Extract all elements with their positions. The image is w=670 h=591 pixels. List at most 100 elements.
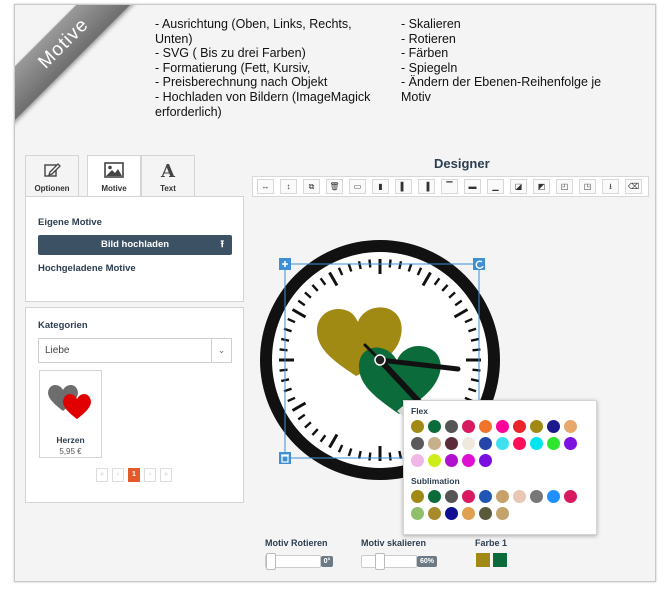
scale-label: Motiv skalieren <box>361 538 427 548</box>
color-dot[interactable] <box>462 507 475 520</box>
color-dot[interactable] <box>428 437 441 450</box>
rotate-slider[interactable] <box>265 553 321 570</box>
tab-motive[interactable]: Motive <box>87 155 141 197</box>
color-dot[interactable] <box>530 420 543 433</box>
color-dot[interactable] <box>462 420 475 433</box>
clock-tick <box>470 337 480 342</box>
motif-item-herzen[interactable]: Herzen 5,95 € <box>39 370 102 458</box>
page-current-button[interactable]: 1 <box>128 468 140 482</box>
rotate-handle-icon[interactable] <box>473 258 485 270</box>
chevron-down-icon: ⌄ <box>211 339 231 362</box>
motive-panel: Eigene Motive Bild hochladen ⭱ Hochgelad… <box>25 196 244 302</box>
color-swatch-2[interactable] <box>493 553 507 567</box>
tab-text[interactable]: A Text <box>141 155 195 197</box>
resize-width-icon[interactable]: ↔ <box>257 179 274 194</box>
color-dot[interactable] <box>547 490 560 503</box>
color-dot[interactable] <box>445 420 458 433</box>
clock-tick <box>279 348 288 352</box>
color-dot[interactable] <box>428 490 441 503</box>
image-icon <box>88 160 140 184</box>
color-label: Farbe 1 <box>475 538 508 548</box>
send-back-icon[interactable]: ◳ <box>579 179 596 194</box>
categories-panel: Kategorien Liebe ⌄ Herzen 5,95 € « ‹ 1 ›… <box>25 307 244 503</box>
color-dot[interactable] <box>411 507 424 520</box>
feature-line: Motiv <box>401 89 431 104</box>
page-last-button[interactable]: » <box>160 468 172 482</box>
color-dot[interactable] <box>428 420 441 433</box>
feature-list-left: - Ausrichtung (Oben, Links, Rechts, Unte… <box>155 17 385 119</box>
color-dot[interactable] <box>513 437 526 450</box>
color-dot[interactable] <box>411 490 424 503</box>
page-prev-button[interactable]: ‹ <box>112 468 124 482</box>
motive-banner: Motive <box>15 5 145 125</box>
color-dot[interactable] <box>496 437 509 450</box>
align-left-icon[interactable]: ▭ <box>349 179 366 194</box>
tab-optionen[interactable]: Optionen <box>25 155 79 197</box>
rotate-slider-handle[interactable] <box>266 553 276 570</box>
color-dot[interactable] <box>479 507 492 520</box>
color-dot[interactable] <box>513 490 526 503</box>
color-dot[interactable] <box>479 454 492 467</box>
color-dot[interactable] <box>462 454 475 467</box>
color-dot[interactable] <box>411 420 424 433</box>
eraser-icon[interactable]: ⌫ <box>625 179 642 194</box>
color-dot[interactable] <box>479 490 492 503</box>
upload-image-button[interactable]: Bild hochladen ⭱ <box>38 235 232 255</box>
svg-text:A: A <box>160 161 176 180</box>
download-icon[interactable]: ⭳ <box>602 179 619 194</box>
sublimation-colors-heading: Sublimation <box>411 476 460 486</box>
color-dot[interactable] <box>496 490 509 503</box>
color-dot[interactable] <box>564 490 577 503</box>
layer-down-icon[interactable]: ◪ <box>510 179 527 194</box>
color-dot[interactable] <box>564 420 577 433</box>
color-dot[interactable] <box>411 454 424 467</box>
align-top-left-icon[interactable]: ▐ <box>418 179 435 194</box>
align-bottom-icon[interactable]: ▁ <box>487 179 504 194</box>
delete-handle-icon[interactable] <box>279 452 291 464</box>
color-dot[interactable] <box>445 490 458 503</box>
align-middle-icon[interactable]: ▬ <box>464 179 481 194</box>
color-dot[interactable] <box>462 490 475 503</box>
color-dot[interactable] <box>513 420 526 433</box>
feature-line: - SVG ( Bis zu drei Farben) <box>155 46 306 61</box>
bring-front-icon[interactable]: ◰ <box>556 179 573 194</box>
color-picker-popup: Flex Sublimation <box>397 400 597 535</box>
color-dot[interactable] <box>547 420 560 433</box>
align-right-icon[interactable]: ▌ <box>395 179 412 194</box>
color-dot[interactable] <box>445 507 458 520</box>
color-dot[interactable] <box>564 437 577 450</box>
category-select[interactable]: Liebe ⌄ <box>38 338 232 363</box>
color-dot[interactable] <box>411 437 424 450</box>
scale-handle-icon[interactable] <box>279 258 291 270</box>
duplicate-icon[interactable]: ⧉ <box>303 179 320 194</box>
scale-slider[interactable] <box>361 553 417 570</box>
scale-slider-handle[interactable] <box>375 553 386 570</box>
color-dot[interactable] <box>428 507 441 520</box>
resize-height-icon[interactable]: ↕ <box>280 179 297 194</box>
color-dot[interactable] <box>496 420 509 433</box>
delete-icon[interactable]: 🗑 <box>326 179 343 194</box>
page-next-button[interactable]: › <box>144 468 156 482</box>
color-dot[interactable] <box>547 437 560 450</box>
color-dot[interactable] <box>462 437 475 450</box>
align-center-icon[interactable]: ▮ <box>372 179 389 194</box>
align-top-icon[interactable]: ▔ <box>441 179 458 194</box>
color-dot[interactable] <box>530 490 543 503</box>
color-swatch-1[interactable] <box>476 553 490 567</box>
color-dot[interactable] <box>445 437 458 450</box>
feature-line: - Spiegeln <box>401 60 458 75</box>
layer-up-icon[interactable]: ◩ <box>533 179 550 194</box>
upload-button-label: Bild hochladen <box>100 239 170 250</box>
color-dot[interactable] <box>428 454 441 467</box>
scale-value-badge: 60% <box>417 556 437 567</box>
category-selected-value: Liebe <box>45 345 70 356</box>
feature-line: - Formatierung (Fett, Kursiv, <box>155 60 311 75</box>
color-dot[interactable] <box>530 437 543 450</box>
color-dot[interactable] <box>479 437 492 450</box>
page-first-button[interactable]: « <box>96 468 108 482</box>
tab-label: Optionen <box>34 184 70 193</box>
color-dot[interactable] <box>496 507 509 520</box>
color-dot[interactable] <box>479 420 492 433</box>
edit-icon <box>26 160 78 184</box>
color-dot[interactable] <box>445 454 458 467</box>
